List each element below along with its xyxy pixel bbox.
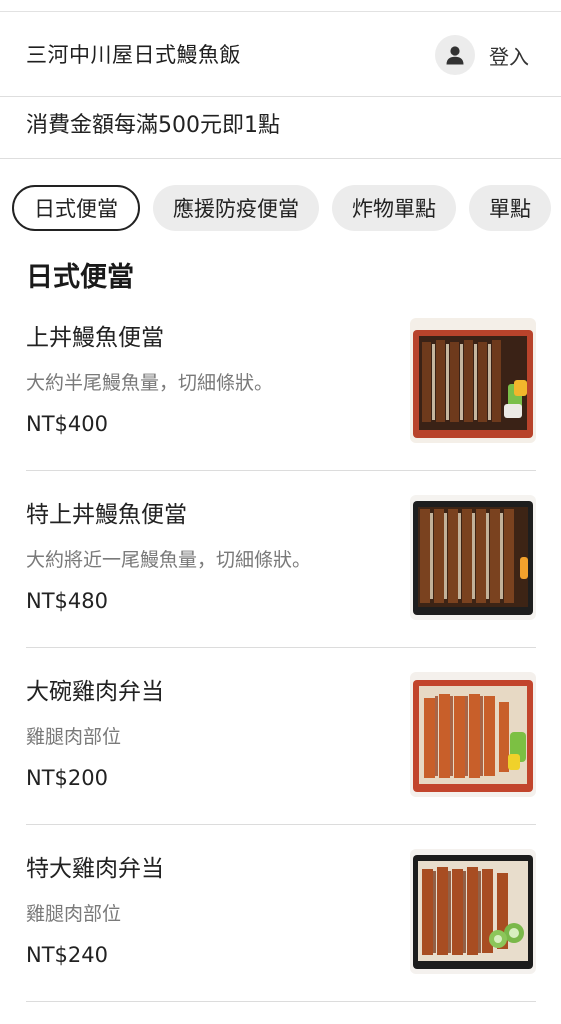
header: 三河中川屋日式鰻魚飯 登入 <box>0 12 561 97</box>
menu-item[interactable]: 特大雞肉弁当 雞腿肉部位 NT$240 <box>26 825 536 1002</box>
item-price: NT$200 <box>26 766 108 790</box>
tab-japanese-bento[interactable]: 日式便當 <box>12 185 140 231</box>
chicken-bento-image[interactable] <box>410 849 536 974</box>
header-divider <box>0 96 561 97</box>
item-description: 大約半尾鰻魚量，切細條狀。 <box>26 372 274 394</box>
points-info: 消費金額每滿500元即1點 <box>26 113 280 138</box>
user-icon <box>435 35 475 75</box>
menu-item[interactable]: 特上丼鰻魚便當 大約將近一尾鰻魚量，切細條狀。 NT$480 <box>26 471 536 648</box>
item-name: 上丼鰻魚便當 <box>26 325 164 351</box>
category-tabs: 日式便當 應援防疫便當 炸物單點 單點 <box>12 185 561 231</box>
tab-support-bento[interactable]: 應援防疫便當 <box>153 185 319 231</box>
menu-item[interactable]: 大碗雞肉弁当 雞腿肉部位 NT$200 <box>26 648 536 825</box>
item-description: 雞腿肉部位 <box>26 903 122 925</box>
eel-bento-image[interactable] <box>410 495 536 620</box>
item-name: 大碗雞肉弁当 <box>26 679 164 705</box>
item-name: 特上丼鰻魚便當 <box>26 502 187 528</box>
menu-list: 上丼鰻魚便當 大約半尾鰻魚量，切細條狀。 NT$400 特上丼鰻魚便當 大約將近… <box>26 294 536 1002</box>
tab-single-items[interactable]: 單點 <box>469 185 551 231</box>
section-title: 日式便當 <box>26 262 134 293</box>
store-name: 三河中川屋日式鰻魚飯 <box>26 43 241 67</box>
chicken-bento-image[interactable] <box>410 672 536 797</box>
item-description: 雞腿肉部位 <box>26 726 122 748</box>
item-description: 大約將近一尾鰻魚量，切細條狀。 <box>26 549 312 571</box>
login-label: 登入 <box>489 44 529 69</box>
menu-item[interactable]: 上丼鰻魚便當 大約半尾鰻魚量，切細條狀。 NT$400 <box>26 294 536 471</box>
item-name: 特大雞肉弁当 <box>26 856 164 882</box>
item-price: NT$480 <box>26 589 108 613</box>
login-button[interactable]: 登入 <box>435 34 529 76</box>
eel-bento-image[interactable] <box>410 318 536 443</box>
promo-divider <box>0 158 561 159</box>
tab-fried-items[interactable]: 炸物單點 <box>332 185 456 231</box>
item-price: NT$400 <box>26 412 108 436</box>
item-price: NT$240 <box>26 943 108 967</box>
